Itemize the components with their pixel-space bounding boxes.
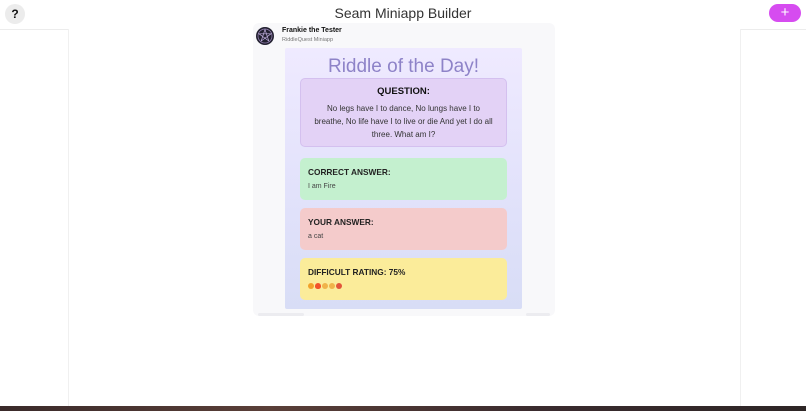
correct-answer-panel: CORRECT ANSWER: I am Fire: [300, 158, 507, 200]
difficulty-panel: DIFFICULT RATING: 75%: [300, 258, 507, 300]
correct-answer-label: CORRECT ANSWER:: [308, 167, 391, 177]
question-text: No legs have I to dance, No lungs have I…: [314, 104, 493, 139]
emoji-face-icon: [308, 283, 314, 289]
difficulty-emoji-row: [308, 283, 342, 291]
author-app-name: RiddleQuest Miniapp: [282, 37, 334, 43]
muscle-icon: [322, 283, 328, 289]
your-answer-label: YOUR ANSWER:: [308, 217, 374, 227]
author-name[interactable]: Frankie the Tester: [282, 27, 342, 34]
correct-answer-value: I am Fire: [308, 183, 336, 190]
avatar[interactable]: [256, 27, 274, 45]
add-button[interactable]: +: [769, 4, 801, 22]
reaction-bar-left[interactable]: [258, 313, 304, 316]
fire-icon: [315, 283, 321, 289]
difficulty-label: DIFFICULT RATING: 75%: [308, 267, 406, 277]
system-dock-strip: [0, 406, 806, 411]
riddle-title: Riddle of the Day!: [327, 56, 480, 77]
app-title: Seam Miniapp Builder: [334, 5, 472, 21]
pentagram-icon: [257, 28, 273, 44]
muscle-icon: [329, 283, 335, 289]
emoji-icon: [336, 283, 342, 289]
question-label: QUESTION:: [377, 86, 430, 97]
your-answer-value: a cat: [308, 233, 324, 240]
your-answer-panel: YOUR ANSWER: a cat: [300, 208, 507, 250]
reaction-bar-right[interactable]: [526, 313, 550, 316]
question-panel: QUESTION: No legs have I to dance, No lu…: [300, 78, 507, 147]
